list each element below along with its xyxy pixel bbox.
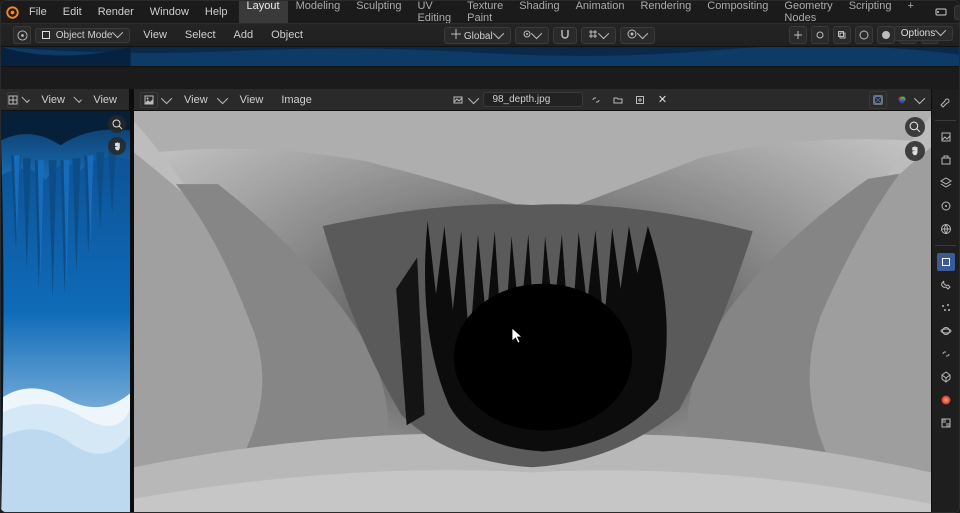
properties-object-icon[interactable] — [937, 253, 955, 271]
scene-selector[interactable]: Scene — [932, 3, 960, 21]
image-editor-area: View View Image 98_depth.jpg ✕ — [134, 89, 931, 512]
header-menu-add[interactable]: Add — [227, 27, 261, 43]
properties-scene-icon[interactable] — [937, 197, 955, 215]
menu-help[interactable]: Help — [198, 4, 235, 20]
chevron-down-icon — [935, 25, 946, 36]
app-window: File Edit Render Window Help Layout Mode… — [0, 0, 960, 513]
menu-edit[interactable]: Edit — [56, 4, 89, 20]
menu-file[interactable]: File — [22, 4, 54, 20]
mode-selector[interactable]: Object Mode — [35, 28, 130, 43]
editor-type-icon[interactable] — [13, 26, 31, 44]
properties-physics-icon[interactable] — [937, 322, 955, 340]
left-area-header: View View — [1, 89, 130, 111]
chevron-down-icon — [112, 26, 123, 37]
bg-strip — [1, 47, 959, 67]
header-menu-object[interactable]: Object — [264, 27, 310, 43]
properties-texture-icon[interactable] — [937, 414, 955, 432]
chevron-down-icon[interactable] — [468, 92, 479, 103]
image-canvas[interactable] — [134, 111, 931, 512]
chevron-down-icon — [531, 27, 542, 38]
chevron-down-icon — [492, 27, 503, 38]
chevron-down-icon — [217, 92, 228, 103]
overlay-toggle-icon[interactable] — [811, 26, 829, 44]
linked-data-icon[interactable] — [587, 91, 605, 109]
properties-particles-icon[interactable] — [937, 299, 955, 317]
menu-render[interactable]: Render — [91, 4, 141, 20]
properties-data-icon[interactable] — [937, 368, 955, 386]
image-filename-field[interactable]: 98_depth.jpg — [483, 92, 583, 107]
properties-world-icon[interactable] — [937, 220, 955, 238]
editor-type-3dview-icon[interactable] — [7, 92, 19, 108]
main-menubar: File Edit Render Window Help Layout Mode… — [1, 1, 959, 23]
zoom-icon[interactable] — [108, 115, 126, 133]
viewport-header: Object Mode View Select Add Object Globa… — [1, 23, 959, 47]
magnet-icon — [560, 29, 570, 39]
menu-window[interactable]: Window — [143, 4, 196, 20]
zoom-icon[interactable] — [905, 117, 925, 137]
object-mode-icon — [42, 31, 50, 39]
uv-display-icon[interactable] — [869, 91, 887, 109]
chevron-down-icon[interactable] — [161, 92, 172, 103]
color-channel-icon[interactable] — [893, 91, 911, 109]
img-menu-view2[interactable]: View — [234, 92, 270, 108]
xray-toggle-icon[interactable] — [833, 26, 851, 44]
properties-render-icon[interactable] — [937, 128, 955, 146]
scene-name-field[interactable]: Scene — [954, 5, 960, 20]
header-menu-select[interactable]: Select — [178, 27, 223, 43]
global-axis-icon — [451, 29, 461, 39]
left-menu-view2[interactable]: View — [87, 92, 123, 108]
solid-shading-icon[interactable] — [877, 26, 895, 44]
chevron-down-icon[interactable] — [21, 94, 30, 103]
editor-type-image-icon[interactable] — [140, 92, 158, 108]
scene-icon — [932, 3, 950, 21]
properties-tabs — [931, 89, 959, 512]
properties-material-icon[interactable] — [937, 391, 955, 409]
new-image-icon[interactable] — [631, 91, 649, 109]
ice-cave-render — [1, 111, 130, 512]
pivot-selector[interactable] — [515, 27, 550, 44]
image-file-selector: 98_depth.jpg ✕ — [324, 91, 797, 109]
properties-viewlayer-icon[interactable] — [937, 174, 955, 192]
pan-hand-icon[interactable] — [905, 141, 925, 161]
image-nav-gizmo — [905, 117, 925, 161]
chevron-down-icon[interactable] — [914, 92, 925, 103]
pan-hand-icon[interactable] — [108, 137, 126, 155]
unlink-icon[interactable]: ✕ — [653, 91, 671, 109]
camera-viewport[interactable] — [1, 111, 130, 512]
viewport-nav-gizmo — [108, 115, 126, 155]
snap-toggle[interactable] — [553, 27, 577, 44]
proportional-edit[interactable] — [620, 27, 655, 44]
gizmo-toggle-icon[interactable] — [789, 26, 807, 44]
properties-tool-icon[interactable] — [937, 95, 955, 113]
chevron-down-icon — [73, 94, 82, 103]
left-viewport-area: View View — [1, 89, 131, 512]
options-popover[interactable]: Options — [894, 26, 953, 41]
chevron-down-icon — [637, 27, 648, 38]
depth-map-image — [134, 111, 931, 512]
chevron-down-icon — [598, 27, 609, 38]
properties-output-icon[interactable] — [937, 151, 955, 169]
left-menu-view1[interactable]: View — [35, 92, 71, 108]
proportional-icon — [627, 29, 637, 39]
properties-constraint-icon[interactable] — [937, 345, 955, 363]
header-menu-view[interactable]: View — [136, 27, 174, 43]
image-browse-icon[interactable] — [449, 91, 467, 109]
snap-mode[interactable] — [581, 27, 616, 44]
grid-icon — [588, 29, 598, 39]
wireframe-shading-icon[interactable] — [855, 26, 873, 44]
editor-areas: View View — [1, 89, 959, 512]
open-file-icon[interactable] — [609, 91, 627, 109]
orientation-selector[interactable]: Global — [444, 27, 510, 44]
blender-logo-icon — [5, 3, 20, 21]
properties-modifier-icon[interactable] — [937, 276, 955, 294]
img-menu-image[interactable]: Image — [275, 92, 318, 108]
img-menu-view[interactable]: View — [178, 92, 214, 108]
image-editor-header: View View Image 98_depth.jpg ✕ — [134, 89, 931, 111]
